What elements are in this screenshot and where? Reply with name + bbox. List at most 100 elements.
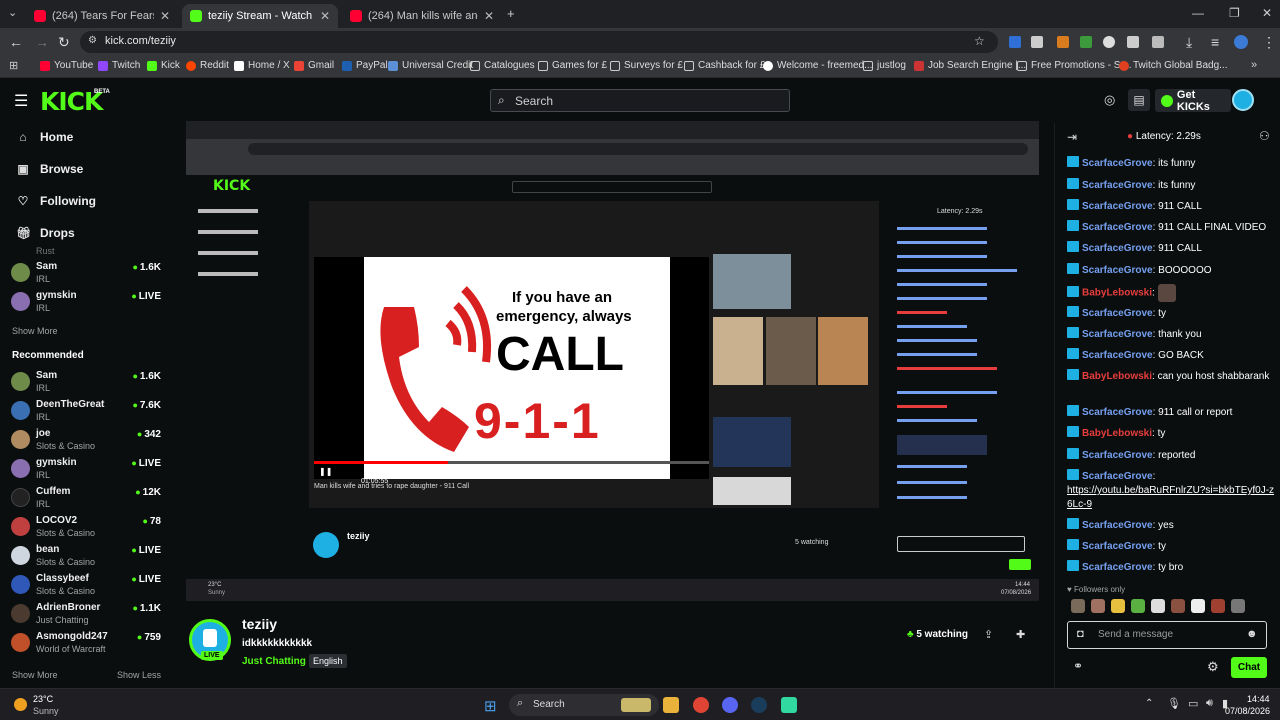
- close-icon[interactable]: ✕: [160, 9, 170, 23]
- sidebar-channel[interactable]: Classybeef Slots & Casino ● LIVE: [11, 573, 161, 601]
- chat-link[interactable]: https://youtu.be/baRuRFnlrZU?si=bkbTEyf0…: [1067, 485, 1274, 510]
- bookmark-star-icon[interactable]: ☆: [974, 34, 985, 48]
- bookmark-x[interactable]: Home / X: [234, 60, 290, 71]
- streamer-name[interactable]: teziiy: [242, 616, 277, 632]
- emote-icon[interactable]: [1091, 599, 1105, 613]
- taskbar-clock[interactable]: 14:44: [1247, 694, 1270, 704]
- follow-user-icon[interactable]: ✚: [1016, 628, 1025, 641]
- sidebar-channel[interactable]: Asmongold247 World of Warcraft ● 759: [11, 631, 161, 659]
- volume-icon[interactable]: 🔊︎: [1206, 697, 1213, 710]
- play-pause-icon[interactable]: ❚❚: [319, 467, 332, 476]
- network-icon[interactable]: ▭: [1188, 697, 1198, 710]
- bookmark-paypal[interactable]: PayPal: [342, 60, 388, 71]
- taskbar-date[interactable]: 07/08/2026: [1225, 706, 1270, 716]
- discord-icon[interactable]: [722, 697, 738, 713]
- file-explorer-icon[interactable]: [663, 697, 679, 713]
- emote-icon[interactable]: [1071, 599, 1085, 613]
- emote-icon[interactable]: [1131, 599, 1145, 613]
- show-more-recommended-link[interactable]: Show More: [12, 670, 58, 680]
- tab-search-icon[interactable]: ⌄: [8, 6, 17, 19]
- emote-icon[interactable]: [1151, 599, 1165, 613]
- language-tag[interactable]: English: [309, 654, 347, 668]
- maximize-icon[interactable]: ❐: [1229, 6, 1240, 20]
- forward-icon[interactable]: →: [35, 34, 49, 50]
- sidebar-channel[interactable]: gymskin IRL ● LIVE: [11, 457, 161, 485]
- emote-icon[interactable]: [1191, 599, 1205, 613]
- emote-icon[interactable]: [1231, 599, 1245, 613]
- tab-kick-stream[interactable]: teziiy Stream - Watch Live on Ki ✕: [182, 4, 338, 28]
- app-icon[interactable]: [781, 697, 797, 713]
- steam-icon[interactable]: [751, 697, 767, 713]
- close-icon[interactable]: ✕: [320, 9, 330, 23]
- share-icon[interactable]: ⇪: [984, 628, 993, 641]
- chat-message-input[interactable]: ◘ Send a message ☻: [1067, 621, 1267, 649]
- extensions-puzzle-icon[interactable]: [1152, 36, 1164, 48]
- extension-icon[interactable]: [1103, 36, 1115, 48]
- sidebar-item-following[interactable]: ♡ Following: [16, 194, 96, 208]
- extension-icon[interactable]: [1031, 36, 1043, 48]
- video-player[interactable]: KICK If you have an emergency, always CA…: [186, 121, 1039, 601]
- dashboard-icon[interactable]: ▤: [1128, 89, 1150, 111]
- taskbar-search[interactable]: ⌕ Search: [509, 694, 659, 716]
- tray-chevron-icon[interactable]: ⌃: [1145, 698, 1153, 709]
- user-avatar[interactable]: [1232, 89, 1254, 111]
- sidebar-channel[interactable]: DeenTheGreat IRL ● 7.6K: [11, 399, 161, 427]
- tab-tears-for-fears[interactable]: (264) Tears For Fears - Shout (O ✕: [26, 4, 178, 28]
- bookmark-kick[interactable]: Kick: [147, 60, 180, 71]
- emote-icon[interactable]: [1111, 599, 1125, 613]
- extension-icon[interactable]: [1127, 36, 1139, 48]
- more-bookmarks-icon[interactable]: »: [1251, 59, 1257, 71]
- sun-weather-icon[interactable]: [14, 698, 27, 711]
- bookmark-justlog[interactable]: justlog: [863, 60, 906, 71]
- sidebar-item-home[interactable]: ⌂ Home: [16, 130, 73, 144]
- stream-category-link[interactable]: Just Chatting: [242, 656, 306, 667]
- drops-progress-icon[interactable]: ◎: [1104, 92, 1115, 108]
- emote-icon[interactable]: [1211, 599, 1225, 613]
- chrome-icon[interactable]: [693, 697, 709, 713]
- bookmark-folder-surveys[interactable]: Surveys for £: [610, 60, 683, 71]
- sidebar-channel[interactable]: AdrienBroner Just Chatting ● 1.1K: [11, 602, 161, 630]
- collapse-chat-icon[interactable]: ⇥: [1067, 130, 1077, 144]
- profile-avatar-icon[interactable]: [1234, 35, 1248, 49]
- extension-icon[interactable]: [1057, 36, 1069, 48]
- bookmark-folder-games[interactable]: Games for £: [538, 60, 607, 71]
- windows-start-icon[interactable]: ⊞: [484, 697, 497, 715]
- media-icon[interactable]: ≡: [1211, 34, 1219, 50]
- bookmark-universal-credit[interactable]: Universal Credit: [388, 60, 473, 71]
- send-chat-button[interactable]: Chat: [1231, 657, 1267, 678]
- get-kicks-button[interactable]: Get KICKs: [1155, 89, 1231, 113]
- reload-icon[interactable]: ↻: [58, 34, 70, 51]
- sidebar-item-drops[interactable]: 🎁︎ Drops: [16, 226, 75, 240]
- bookmark-gmail[interactable]: Gmail: [294, 60, 334, 71]
- back-icon[interactable]: ←: [9, 34, 23, 50]
- bookmark-twitch[interactable]: Twitch: [98, 60, 140, 71]
- download-icon[interactable]: ⤓: [1186, 34, 1192, 51]
- bookmark-folder-cashback[interactable]: Cashback for £: [684, 60, 765, 71]
- address-bar[interactable]: ⚙ kick.com/teziiy ☆: [80, 31, 998, 53]
- new-tab-icon[interactable]: +: [507, 6, 515, 21]
- sidebar-channel[interactable]: Cuffem IRL ● 12K: [11, 486, 161, 514]
- bookmark-reddit[interactable]: Reddit: [186, 60, 229, 71]
- minimize-icon[interactable]: —: [1192, 6, 1204, 20]
- extension-icon[interactable]: [1009, 36, 1021, 48]
- search-input[interactable]: ⌕ Search: [490, 89, 790, 112]
- sidebar-channel[interactable]: joe Slots & Casino ● 342: [11, 428, 161, 456]
- close-icon[interactable]: ✕: [484, 9, 494, 23]
- hamburger-menu-icon[interactable]: ☰: [14, 91, 28, 111]
- bookmark-folder-catalogues[interactable]: Catalogues: [470, 60, 535, 71]
- site-info-icon[interactable]: ⚙: [88, 35, 97, 46]
- show-more-following-link[interactable]: Show More: [12, 326, 58, 336]
- chat-settings-gear-icon[interactable]: ⚙: [1207, 659, 1219, 675]
- show-less-link[interactable]: Show Less: [117, 670, 161, 680]
- bookmark-job-search[interactable]: Job Search Engine |...: [914, 60, 1026, 71]
- tab-man-kills-wife[interactable]: (264) Man kills wife and trie ✕: [342, 4, 502, 28]
- extension-icon[interactable]: [1080, 36, 1092, 48]
- menu-kebab-icon[interactable]: ⋮: [1262, 34, 1276, 51]
- bookmark-twitch-badges[interactable]: Twitch Global Badg...: [1119, 60, 1228, 71]
- sidebar-channel[interactable]: Sam IRL ● 1.6K: [11, 370, 161, 398]
- apps-grid-icon[interactable]: ⊞: [9, 59, 18, 72]
- close-window-icon[interactable]: ✕: [1262, 6, 1272, 20]
- bookmark-freemed[interactable]: Welcome - freemed...: [763, 60, 872, 71]
- sidebar-channel[interactable]: gymskin IRL ● LIVE: [11, 290, 161, 318]
- youtube-progress-track[interactable]: [314, 461, 709, 464]
